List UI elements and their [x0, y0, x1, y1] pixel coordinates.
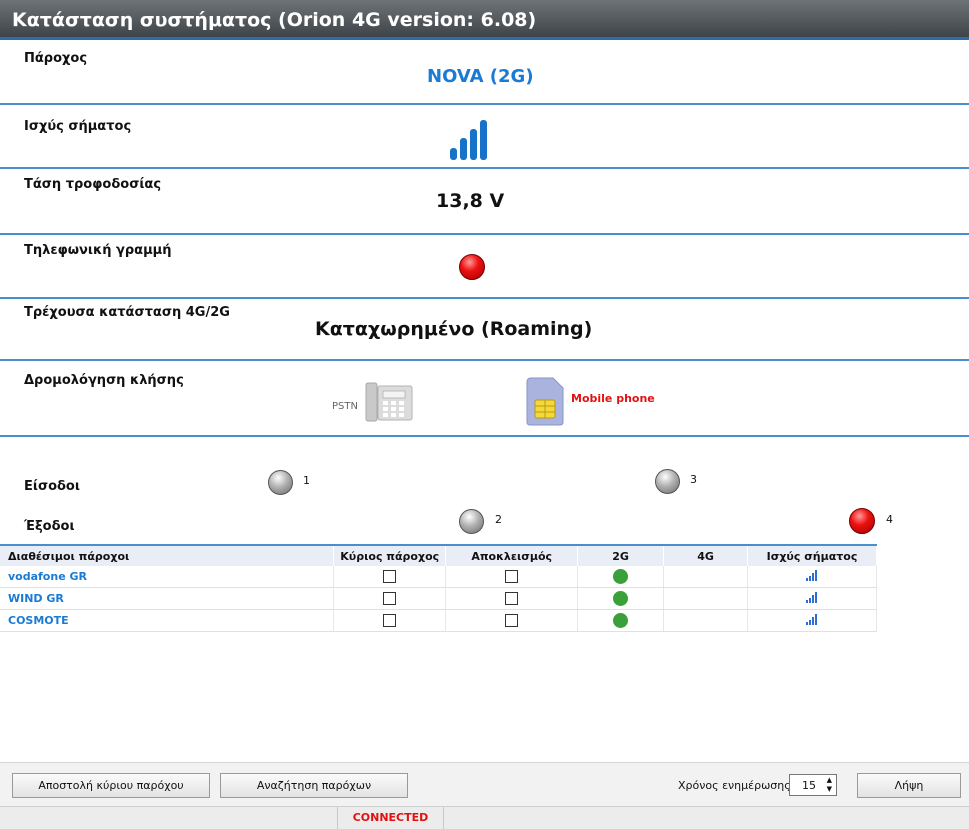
sim-card-icon [526, 377, 564, 426]
desk-phone-icon [365, 382, 413, 422]
phone-line-label: Τηλεφωνική γραμμή [24, 243, 172, 258]
col-header-2g[interactable]: 2G [577, 544, 665, 566]
table-row[interactable]: WIND GR [0, 587, 877, 610]
current-state-value: Καταχωρημένο (Roaming) [315, 318, 593, 340]
2g-available-icon [613, 591, 629, 606]
row-call-routing: Δρομολόγηση κλήσης [0, 361, 969, 437]
col-header-providers[interactable]: Διαθέσιμοι πάροχοι [0, 544, 335, 566]
provider-name: COSMOTE [0, 609, 335, 632]
col-header-primary[interactable]: Κύριος πάροχος [333, 544, 447, 566]
refresh-time-spinner[interactable]: 15 ▲ ▼ [789, 774, 837, 796]
pstn-label: PSTN [332, 401, 358, 412]
connection-status: CONNECTED [337, 807, 444, 829]
input-1-led [268, 470, 293, 495]
voltage-value: 13,8 V [436, 190, 505, 212]
input-1-number: 1 [303, 474, 310, 487]
2g-available-icon [613, 569, 629, 584]
output-2-led [459, 509, 484, 534]
signal-label: Ισχύς σήματος [24, 119, 132, 134]
mobile-phone-option[interactable]: Mobile phone [525, 376, 665, 426]
send-primary-provider-button[interactable]: Αποστολή κύριου παρόχου [12, 773, 210, 798]
4g-cell [663, 609, 749, 632]
spinner-arrows-icon[interactable]: ▲ ▼ [827, 776, 832, 794]
primary-checkbox[interactable] [383, 570, 397, 584]
input-3-led [655, 469, 680, 494]
provider-name: WIND GR [0, 587, 335, 610]
2g-available-icon [613, 613, 629, 628]
table-row[interactable]: vodafone GR [0, 566, 877, 588]
4g-cell [663, 566, 749, 588]
4g-cell [663, 587, 749, 610]
phone-line-status-led [459, 254, 485, 280]
output-4-number: 4 [886, 513, 893, 526]
mobile-phone-label: Mobile phone [571, 392, 655, 405]
signal-strength-icon [450, 120, 487, 160]
current-state-label: Τρέχουσα κατάσταση 4G/2G [24, 305, 230, 320]
voltage-label: Τάση τροφοδοσίας [24, 177, 162, 192]
provider-name: vodafone GR [0, 566, 335, 588]
window-title: Κατάσταση συστήματος (Orion 4G version: … [0, 0, 969, 40]
col-header-signal[interactable]: Ισχύς σήματος [747, 544, 877, 566]
output-2-number: 2 [495, 513, 502, 526]
primary-checkbox[interactable] [383, 592, 397, 606]
signal-strength-icon [806, 591, 818, 603]
blocked-checkbox[interactable] [505, 614, 519, 628]
primary-checkbox[interactable] [383, 614, 397, 628]
status-bar: CONNECTED [0, 806, 969, 829]
search-providers-button[interactable]: Αναζήτηση παρόχων [220, 773, 408, 798]
outputs-label: Έξοδοι [24, 519, 75, 534]
signal-strength-icon [806, 569, 818, 581]
blocked-checkbox[interactable] [505, 592, 519, 606]
provider-value: NOVA (2G) [427, 66, 534, 87]
signal-strength-icon [806, 613, 818, 625]
col-header-4g[interactable]: 4G [663, 544, 749, 566]
provider-label: Πάροχος [24, 51, 88, 66]
blocked-checkbox[interactable] [505, 570, 519, 584]
output-4-led [849, 508, 875, 534]
providers-table-header: Διαθέσιμοι πάροχοι Κύριος πάροχος Αποκλε… [0, 544, 877, 566]
inputs-label: Είσοδοι [24, 479, 80, 494]
refresh-time-label: Χρόνος ενημέρωσης [678, 779, 791, 792]
col-header-blocked[interactable]: Αποκλεισμός [445, 544, 579, 566]
refresh-time-value: 15 [802, 779, 816, 792]
fetch-button[interactable]: Λήψη [857, 773, 961, 798]
providers-table: Διαθέσιμοι πάροχοι Κύριος πάροχος Αποκλε… [0, 544, 877, 632]
footer-toolbar: Αποστολή κύριου παρόχου Αναζήτηση παρόχω… [0, 762, 969, 807]
call-routing-label: Δρομολόγηση κλήσης [24, 373, 184, 388]
input-3-number: 3 [690, 473, 697, 486]
table-row[interactable]: COSMOTE [0, 609, 877, 632]
pstn-option[interactable]: PSTN [332, 380, 422, 422]
